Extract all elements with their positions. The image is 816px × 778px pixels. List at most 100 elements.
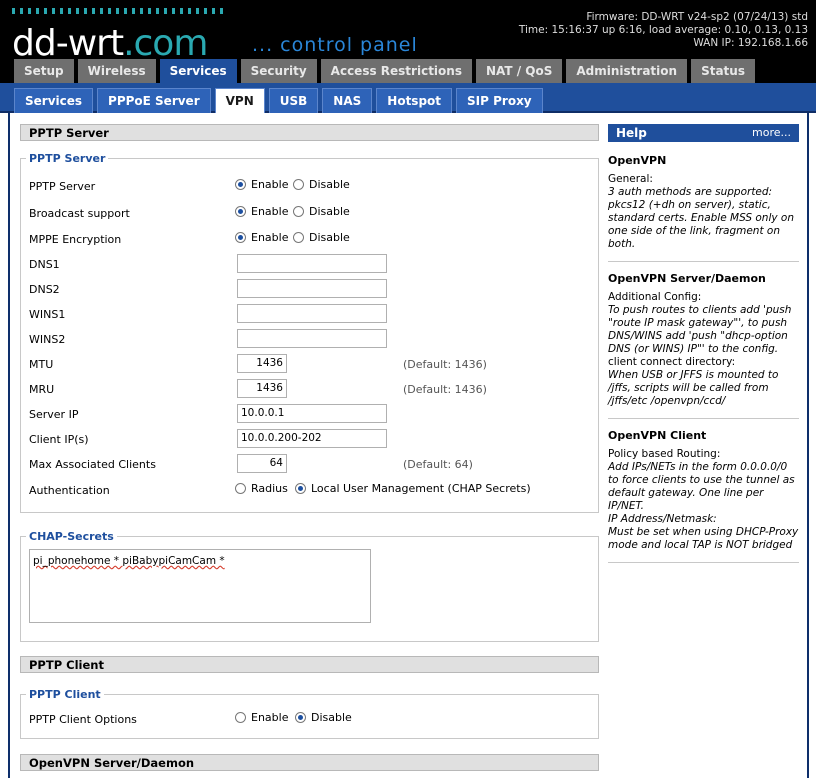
tab-administration[interactable]: Administration (566, 59, 688, 83)
radio-label: Enable (251, 205, 289, 218)
tab-access-restrictions[interactable]: Access Restrictions (320, 59, 472, 83)
broadcast-disable-radio[interactable]: Disable (293, 205, 350, 218)
tab-wireless[interactable]: Wireless (77, 59, 156, 83)
sub-nav: Services PPPoE Server VPN USB NAS Hotspo… (0, 83, 816, 113)
auth-local-radio[interactable]: Local User Management (CHAP Secrets) (295, 482, 531, 495)
help-text: When USB or JFFS is mounted to /jffs, sc… (608, 369, 779, 407)
radio-label: Local User Management (CHAP Secrets) (311, 482, 531, 495)
dns1-input[interactable] (237, 254, 387, 273)
help-text: Additional Config: (608, 291, 702, 303)
broadcast-label: Broadcast support (29, 207, 130, 220)
radio-selected-icon (235, 232, 246, 243)
wan-ip-text: WAN IP: 192.168.1.66 (693, 37, 808, 49)
wins1-label: WINS1 (29, 308, 66, 321)
pptp-client-options-label: PPTP Client Options (29, 713, 137, 726)
router-info: Firmware: DD-WRT v24-sp2 (07/24/13) std … (519, 11, 808, 50)
pptp-server-label: PPTP Server (29, 180, 96, 193)
mru-default: (Default: 1436) (403, 383, 487, 396)
mppe-disable-radio[interactable]: Disable (293, 231, 350, 244)
openvpn-section-header: OpenVPN Server/Daemon (20, 754, 599, 771)
radio-selected-icon (295, 483, 306, 494)
radio-selected-icon (235, 206, 246, 217)
radio-selected-icon (235, 179, 246, 190)
dns1-label: DNS1 (29, 258, 60, 271)
pptp-client-legend: PPTP Client (26, 688, 104, 701)
dns2-input[interactable] (237, 279, 387, 298)
radio-selected-icon (295, 712, 306, 723)
subtab-sip-proxy[interactable]: SIP Proxy (456, 88, 543, 113)
pptp-client-section-header: PPTP Client (20, 656, 599, 673)
wins1-input[interactable] (237, 304, 387, 323)
pptp-server-legend: PPTP Server (26, 152, 109, 165)
radio-label: Radius (251, 482, 288, 495)
firmware-text: Firmware: DD-WRT v24-sp2 (07/24/13) std (586, 11, 808, 23)
max-clients-input[interactable]: 64 (237, 454, 287, 473)
tab-status[interactable]: Status (691, 59, 755, 83)
chap-secrets-textarea[interactable]: pi_phonehome * piBabypiCamCam * (29, 549, 371, 623)
subtab-pppoe-server[interactable]: PPPoE Server (97, 88, 211, 113)
mtu-input[interactable]: 1436 (237, 354, 287, 373)
help-section-title: OpenVPN Server/Daemon (608, 272, 766, 285)
mru-input[interactable]: 1436 (237, 379, 287, 398)
radio-label: Disable (309, 205, 350, 218)
subtab-usb[interactable]: USB (268, 88, 319, 113)
client-ips-label: Client IP(s) (29, 433, 89, 446)
pptp-server-section-header: PPTP Server (20, 124, 599, 141)
server-ip-input[interactable]: 10.0.0.1 (237, 404, 387, 423)
chap-secrets-fieldset: CHAP-Secrets pi_phonehome * piBabypiCamC… (20, 530, 599, 642)
logo-dots (12, 8, 224, 14)
dd-wrt-logo[interactable]: dd-wrt.com (12, 8, 224, 64)
help-text: General: (608, 173, 653, 185)
help-text: Policy based Routing: (608, 448, 721, 460)
server-ip-label: Server IP (29, 408, 79, 421)
tab-setup[interactable]: Setup (14, 59, 74, 83)
mru-label: MRU (29, 383, 55, 396)
broadcast-enable-radio[interactable]: Enable (235, 205, 288, 218)
header: dd-wrt.com ... control panel Firmware: D… (0, 0, 816, 86)
subtab-hotspot[interactable]: Hotspot (376, 88, 453, 113)
auth-radius-radio[interactable]: Radius (235, 482, 288, 495)
help-openvpn-server-section: OpenVPN Server/Daemon Additional Config:… (608, 262, 799, 419)
radio-empty-icon (293, 232, 304, 243)
max-clients-label: Max Associated Clients (29, 458, 156, 471)
help-text: IP Address/Netmask: (608, 513, 717, 525)
radio-label: Disable (309, 231, 350, 244)
pptp-client-disable-radio[interactable]: Disable (295, 711, 352, 724)
mtu-default: (Default: 1436) (403, 358, 487, 371)
help-panel: Help more... OpenVPN General: 3 auth met… (608, 124, 799, 563)
help-title: Help (616, 126, 647, 140)
help-text: To push routes to clients add 'push "rou… (608, 304, 792, 355)
help-section-title: OpenVPN Client (608, 429, 707, 442)
help-header: Help more... (608, 124, 799, 142)
chap-secrets-legend: CHAP-Secrets (26, 530, 117, 543)
auth-label: Authentication (29, 484, 110, 497)
wins2-input[interactable] (237, 329, 387, 348)
tab-security[interactable]: Security (240, 59, 317, 83)
pptp-server-enable-radio[interactable]: Enable (235, 178, 288, 191)
tab-nat-qos[interactable]: NAT / QoS (475, 59, 563, 83)
subtab-vpn[interactable]: VPN (214, 88, 265, 113)
help-openvpn-section: OpenVPN General: 3 auth methods are supp… (608, 142, 799, 262)
radio-label: Disable (311, 711, 352, 724)
radio-empty-icon (293, 179, 304, 190)
chap-secrets-text: pi_phonehome * piBabypiCamCam * (33, 555, 225, 567)
control-panel-title: ... control panel (252, 34, 418, 56)
subtab-nas[interactable]: NAS (322, 88, 373, 113)
max-clients-default: (Default: 64) (403, 458, 473, 471)
pptp-server-fieldset: PPTP Server PPTP Server Enable Disable B… (20, 152, 599, 513)
mppe-label: MPPE Encryption (29, 233, 122, 246)
radio-label: Enable (251, 231, 289, 244)
help-more-link[interactable]: more... (752, 124, 791, 142)
tab-services[interactable]: Services (159, 59, 237, 86)
logo-main: dd-wrt (12, 23, 124, 64)
dns2-label: DNS2 (29, 283, 60, 296)
help-text: Add IPs/NETs in the form 0.0.0.0/0 to fo… (608, 461, 795, 512)
client-ips-input[interactable]: 10.0.0.200-202 (237, 429, 387, 448)
mppe-enable-radio[interactable]: Enable (235, 231, 288, 244)
sub-tabs: Services PPPoE Server VPN USB NAS Hotspo… (14, 88, 543, 113)
pptp-server-disable-radio[interactable]: Disable (293, 178, 350, 191)
subtab-services[interactable]: Services (14, 88, 94, 113)
help-section-title: OpenVPN (608, 154, 667, 167)
pptp-client-enable-radio[interactable]: Enable (235, 711, 288, 724)
logo-text: dd-wrt.com (12, 23, 208, 64)
